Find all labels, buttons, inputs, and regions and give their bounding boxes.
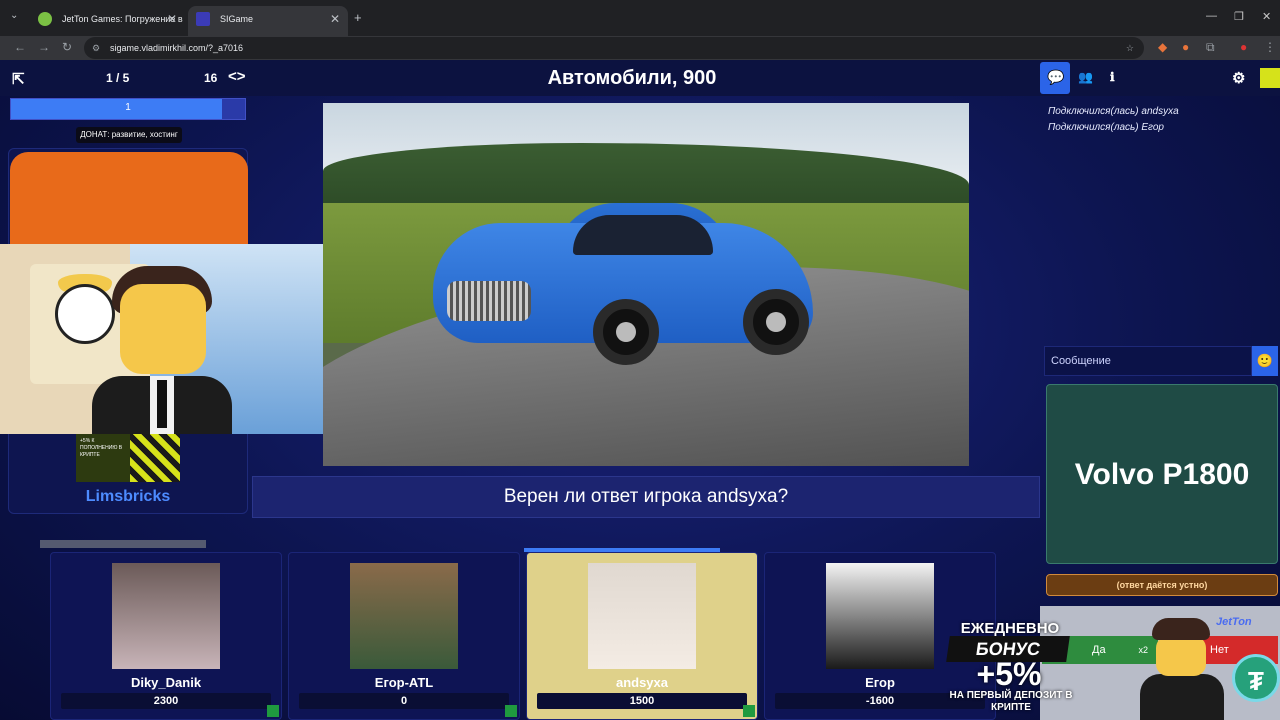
donate-button[interactable]: ДОНАТ: развитие, хостинг	[76, 127, 182, 143]
sigame-favicon-icon	[196, 12, 210, 26]
chat-message: Подключился(лась) andsyxa	[1048, 106, 1179, 117]
promo-banner[interactable]: +5% К ПОПОЛНЕНИЮ В КРИПТЕ	[76, 432, 180, 482]
tab-jetton[interactable]: JetTon Games: Погружение в ... ✕	[30, 6, 185, 36]
ad-daily: ЕЖЕДНЕВНО	[960, 620, 1060, 637]
player-card-active[interactable]: andsyxa 1500	[526, 552, 758, 720]
ready-indicator	[267, 705, 279, 717]
emoji-button[interactable]: 🙂	[1252, 346, 1278, 376]
player-avatar	[826, 563, 934, 669]
player-avatar	[350, 563, 458, 669]
car-rear-wheel	[743, 289, 809, 355]
ready-indicator	[505, 705, 517, 717]
player-name: Diky_Danik	[130, 675, 202, 690]
message-input[interactable]: Сообщение	[1044, 346, 1252, 376]
host-avatar-background	[10, 152, 248, 252]
correct-answer-display: Volvo P1800	[1046, 384, 1278, 564]
new-tab-icon[interactable]: +	[354, 10, 362, 25]
player-name: Егор-ATL	[374, 675, 434, 690]
code-toggle-icon[interactable]: <>	[228, 68, 246, 85]
jetton-favicon-icon	[38, 12, 52, 26]
address-input[interactable]: ⚙ sigame.vladimirkhil.com/?_a7016 ☆	[84, 37, 1144, 59]
url-text: sigame.vladimirkhil.com/?_a7016	[110, 43, 244, 53]
car-window	[573, 215, 713, 255]
chat-message: Подключился(лась) Егор	[1048, 122, 1164, 133]
ad-percent: +5%	[976, 656, 1042, 692]
car-front-wheel	[593, 299, 659, 365]
browser-tab-bar: ⌄ JetTon Games: Погружение в ... ✕ SIGam…	[0, 0, 1280, 36]
chat-bubble-icon: 💬	[1047, 69, 1065, 85]
chat-tab-button[interactable]: 💬	[1040, 62, 1070, 94]
tether-coin-icon: ₮	[1232, 654, 1280, 702]
promo-text: +5% К ПОПОЛНЕНИЮ В КРИПТЕ	[80, 438, 123, 458]
theme-title: Автомобили, 900	[547, 67, 717, 89]
player-stand	[40, 540, 206, 548]
accept-label: Да	[1092, 644, 1106, 656]
close-tab-icon[interactable]: ✕	[167, 6, 177, 32]
chat-log: Подключился(лась) andsyxa Подключился(ла…	[1048, 104, 1278, 136]
question-text: Верен ли ответ игрока andsyxa?	[252, 476, 1040, 518]
user-avatar[interactable]	[1260, 68, 1280, 88]
close-tab-icon[interactable]: ✕	[330, 6, 340, 32]
player-score: 0	[299, 693, 509, 709]
browser-toolbar: ← → ↻ ⚙ sigame.vladimirkhil.com/?_a7016 …	[0, 36, 1280, 60]
exit-game-icon[interactable]: ⇱	[12, 70, 25, 88]
minimize-icon[interactable]: —	[1206, 10, 1217, 22]
back-icon[interactable]: ←	[14, 40, 26, 54]
extensions-puzzle-icon[interactable]: ⧉	[1206, 40, 1215, 55]
round-indicator: 1 / 5	[106, 71, 130, 85]
bookmark-star-icon[interactable]: ☆	[1126, 37, 1134, 59]
mascot-body	[1140, 674, 1224, 720]
mascot-face	[1156, 636, 1206, 676]
player-card[interactable]: Diky_Danik 2300	[50, 552, 282, 720]
settings-gear-icon[interactable]: ⚙	[1232, 69, 1245, 87]
player-score: 2300	[61, 693, 271, 709]
player-card[interactable]: Егор-ATL 0	[288, 552, 520, 720]
site-info-icon[interactable]: ⚙	[92, 37, 100, 59]
streamer-webcam	[0, 244, 338, 434]
tab-sigame[interactable]: SIGame ✕	[188, 6, 348, 36]
car-grille	[447, 281, 531, 321]
reload-icon[interactable]: ↻	[62, 40, 72, 54]
extension-icon[interactable]: ●	[1182, 40, 1189, 54]
player-avatar	[588, 563, 696, 669]
ready-indicator	[743, 705, 755, 717]
restore-icon[interactable]: ❐	[1234, 10, 1244, 23]
answer-mode-label: (ответ даётся устно)	[1046, 574, 1278, 596]
users-icon[interactable]: 👥	[1078, 70, 1093, 84]
minifigure-tie	[157, 380, 167, 428]
player-score: 1500	[537, 693, 747, 709]
profile-icon[interactable]: ●	[1240, 40, 1247, 54]
extension-icon[interactable]: ◆	[1158, 40, 1167, 54]
forward-icon[interactable]: →	[38, 40, 50, 54]
smiley-icon: 🙂	[1256, 353, 1274, 368]
info-icon[interactable]: ℹ	[1110, 70, 1115, 84]
question-count: 16	[204, 71, 218, 85]
minifigure-head	[120, 284, 206, 374]
player-name: andsyxa	[615, 675, 669, 690]
progress-value: 1	[125, 102, 131, 113]
question-image	[323, 103, 969, 466]
host-name: Limsbricks	[85, 488, 171, 505]
tab-list-button[interactable]: ⌄	[10, 10, 18, 21]
side-panel-tabs: 👥 ℹ ⚙	[1040, 60, 1280, 96]
menu-kebab-icon[interactable]: ⋮	[1264, 40, 1276, 54]
promo-pattern	[130, 432, 180, 482]
timer-progress-bar: 1	[10, 98, 246, 120]
player-avatar	[112, 563, 220, 669]
ad-deposit: НА ПЕРВЫЙ ДЕПОЗИТ В КРИПТЕ	[949, 690, 1073, 713]
tab-title: SIGame	[220, 14, 254, 24]
close-window-icon[interactable]: ✕	[1262, 10, 1271, 23]
mascot-hair	[1152, 618, 1210, 640]
lego-mascot	[1140, 618, 1224, 720]
skull-icon	[55, 284, 115, 344]
